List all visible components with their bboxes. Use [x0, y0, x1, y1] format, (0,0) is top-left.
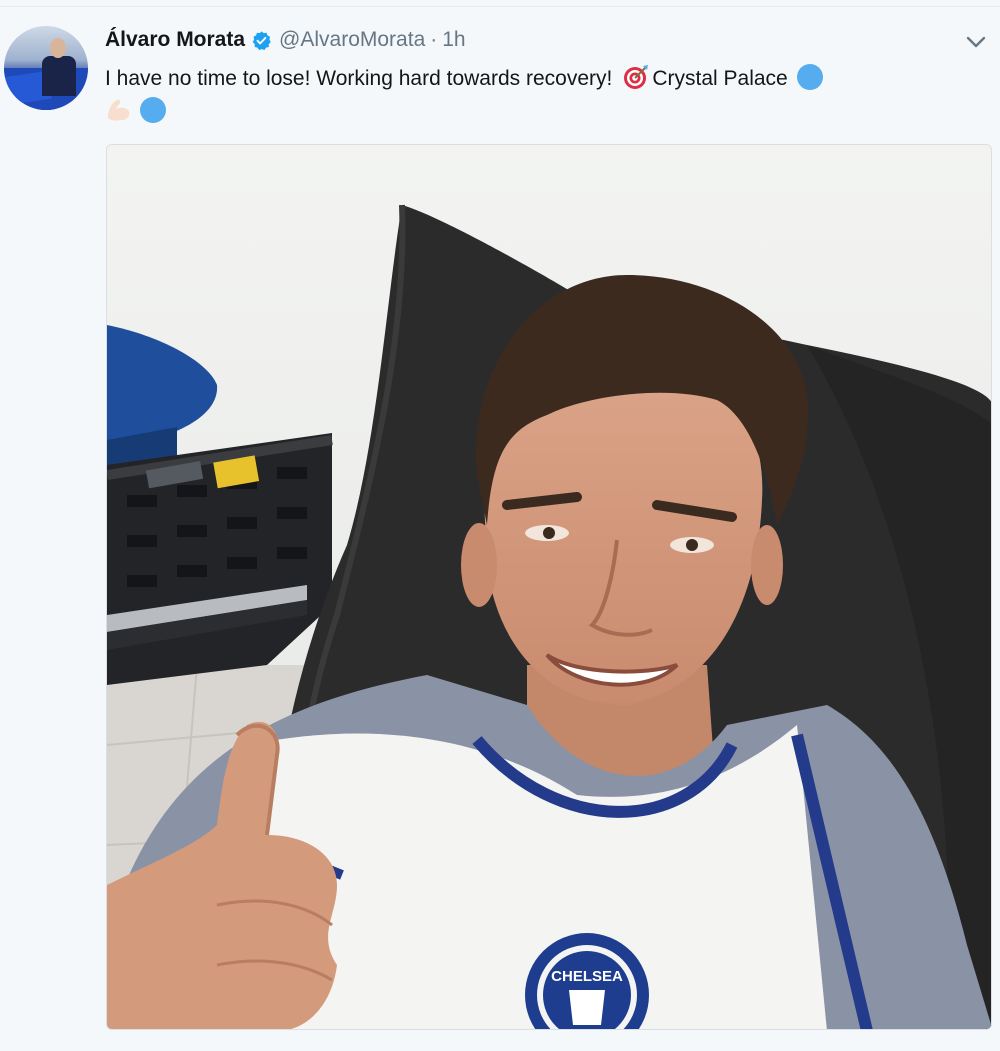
- blue-circle-emoji: [796, 63, 824, 91]
- selfie-photo: CHELSEA: [107, 145, 991, 1029]
- tweet-text: I have no time to lose! Working hard tow…: [105, 62, 965, 128]
- author-name[interactable]: Álvaro Morata: [105, 28, 245, 52]
- timestamp[interactable]: 1h: [442, 28, 465, 52]
- avatar-person: [42, 56, 76, 96]
- divider: [0, 6, 1000, 7]
- direct-hit-emoji: [622, 63, 650, 91]
- tweet-text-body: I have no time to lose! Working hard tow…: [105, 67, 613, 90]
- avatar[interactable]: [4, 26, 88, 110]
- author-handle[interactable]: @AlvaroMorata: [279, 28, 425, 52]
- crest-text: CHELSEA: [551, 968, 623, 985]
- tweet-card[interactable]: Álvaro Morata @AlvaroMorata · 1h I have …: [0, 6, 1000, 1051]
- blue-circle-emoji: [139, 96, 167, 124]
- avatar-face: [50, 38, 66, 58]
- verified-badge-icon: [251, 30, 272, 51]
- flexed-biceps-emoji: [105, 96, 133, 124]
- tweet-photo[interactable]: CHELSEA: [106, 144, 992, 1030]
- separator-dot: ·: [430, 28, 438, 51]
- chevron-down-icon[interactable]: [963, 32, 989, 52]
- location-text: Crystal Palace: [652, 67, 788, 90]
- tweet-header: Álvaro Morata @AlvaroMorata · 1h: [105, 26, 466, 54]
